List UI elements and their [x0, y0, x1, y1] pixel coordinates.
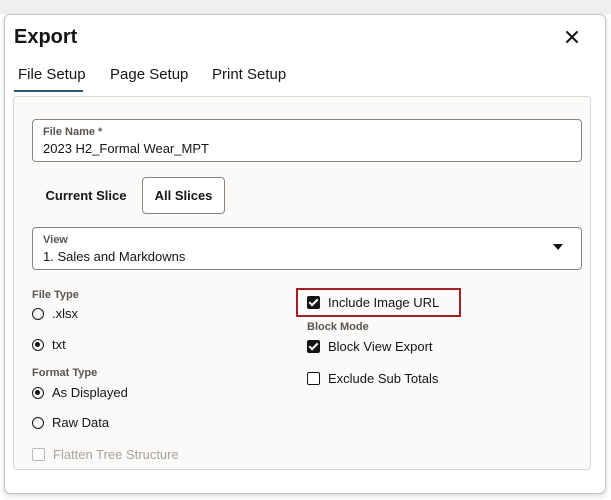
radio-xlsx[interactable]: .xlsx	[32, 306, 78, 321]
include-image-url-checkbox[interactable]: Include Image URL	[307, 295, 439, 310]
radio-as-displayed[interactable]: As Displayed	[32, 385, 128, 400]
block-view-export-label: Block View Export	[328, 339, 433, 354]
background-page-strip	[0, 0, 611, 14]
radio-as-displayed-label: As Displayed	[52, 385, 128, 400]
checkbox-checked-icon	[307, 296, 320, 309]
radio-circle-icon	[32, 307, 44, 320]
all-slices-button[interactable]: All Slices	[142, 177, 225, 214]
include-image-url-label: Include Image URL	[328, 295, 440, 310]
checkbox-icon	[307, 372, 320, 385]
radio-selected-icon	[32, 386, 44, 399]
flatten-tree-label: Flatten Tree Structure	[53, 447, 179, 462]
block-view-export-checkbox[interactable]: Block View Export	[307, 339, 433, 354]
view-select[interactable]: View 1. Sales and Markdowns	[32, 227, 582, 270]
block-mode-label: Block Mode	[307, 321, 369, 333]
radio-raw-data-label: Raw Data	[52, 415, 110, 430]
flatten-tree-checkbox: Flatten Tree Structure	[32, 447, 179, 462]
file-type-label: File Type	[32, 289, 79, 301]
current-slice-button[interactable]: Current Slice	[40, 186, 132, 206]
chevron-down-icon[interactable]	[553, 244, 563, 250]
close-icon[interactable]	[563, 28, 581, 46]
checkbox-checked-icon	[307, 340, 320, 353]
exclude-sub-totals-checkbox[interactable]: Exclude Sub Totals	[307, 371, 438, 386]
radio-circle-icon	[32, 416, 44, 429]
view-label: View	[43, 234, 68, 246]
radio-txt[interactable]: txt	[32, 337, 66, 352]
exclude-sub-totals-label: Exclude Sub Totals	[328, 371, 439, 386]
view-value: 1. Sales and Markdowns	[43, 249, 186, 264]
radio-txt-label: txt	[52, 337, 66, 352]
tab-page-setup[interactable]: Page Setup	[110, 66, 188, 83]
radio-selected-icon	[32, 338, 44, 351]
tab-file-setup[interactable]: File Setup	[18, 66, 86, 83]
format-type-label: Format Type	[32, 367, 98, 379]
file-name-value: 2023 H2_Formal Wear_MPT	[43, 141, 209, 156]
radio-raw-data[interactable]: Raw Data	[32, 415, 109, 430]
file-name-field[interactable]: File Name * 2023 H2_Formal Wear_MPT	[32, 119, 582, 162]
file-name-label: File Name *	[43, 126, 103, 138]
dialog-title: Export	[14, 26, 78, 48]
active-tab-indicator	[14, 90, 83, 92]
tab-print-setup[interactable]: Print Setup	[212, 66, 286, 83]
checkbox-icon	[32, 448, 45, 461]
radio-xlsx-label: .xlsx	[52, 306, 78, 321]
